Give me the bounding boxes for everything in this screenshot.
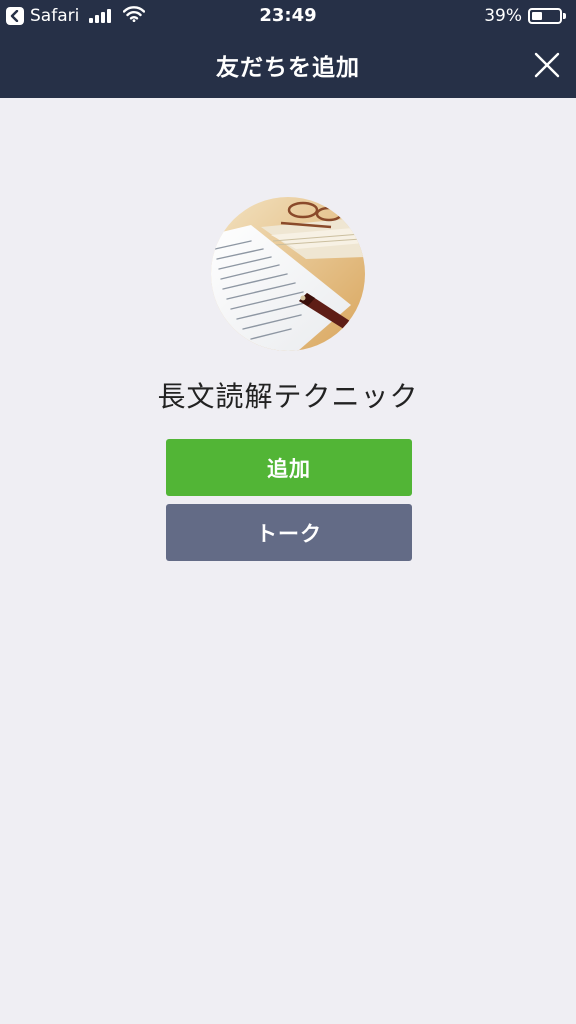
header: Safari 23:49 39% 友だちを追加	[0, 0, 576, 98]
status-right: 39%	[484, 5, 566, 27]
talk-button[interactable]: トーク	[166, 504, 412, 561]
battery-percent: 39%	[484, 6, 522, 26]
page-title: 友だちを追加	[216, 55, 360, 81]
add-friend-button[interactable]: 追加	[166, 439, 412, 496]
profile-photo	[211, 197, 365, 351]
close-button[interactable]	[532, 50, 562, 80]
status-bar: Safari 23:49 39%	[0, 0, 576, 32]
battery-level	[532, 12, 542, 20]
close-icon[interactable]	[532, 50, 562, 80]
talk-label: トーク	[256, 521, 322, 546]
profile-name: 長文読解テクニック	[157, 380, 419, 413]
battery-icon	[528, 8, 562, 24]
add-friend-label: 追加	[267, 456, 311, 481]
battery-tip	[563, 13, 566, 19]
